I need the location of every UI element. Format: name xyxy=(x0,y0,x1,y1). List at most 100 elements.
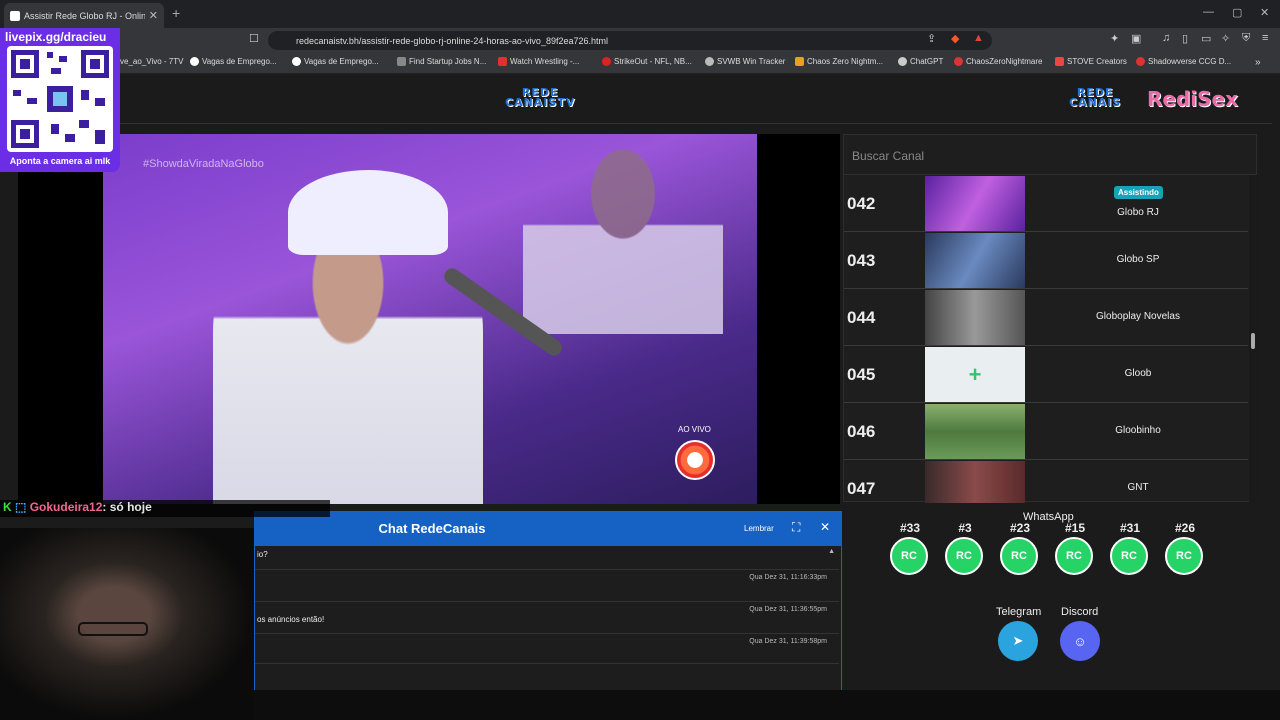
broadcast-hashtag: #ShowdaViradaNaGlobo xyxy=(143,158,264,170)
whatsapp-icon: RC xyxy=(945,537,983,575)
whatsapp-icon: RC xyxy=(890,537,928,575)
brave-rewards-icon[interactable]: ▲ xyxy=(973,32,984,44)
site-favicon-icon xyxy=(10,10,20,21)
singer-cap xyxy=(288,170,448,255)
site-logo-secondary[interactable]: REDE CANAIS xyxy=(1069,87,1121,108)
tab-strip: Assistir Rede Globo RJ - Onlin ✕ + — ▢ ✕ xyxy=(0,0,1280,28)
bookmark-item[interactable]: ChaosZeroNightmare xyxy=(954,57,1042,66)
channel-row[interactable]: 047 GNT xyxy=(844,460,1248,503)
close-chat-icon[interactable]: ✕ xyxy=(820,520,830,534)
streamer-webcam xyxy=(0,528,254,720)
bookmark-icon xyxy=(602,57,611,66)
bookmark-item[interactable]: Find Startup Jobs N... xyxy=(397,57,486,66)
channel-list: 042 Assistindo Globo RJ 043 Globo SP 044… xyxy=(844,175,1248,503)
whatsapp-group-link[interactable]: #26 RC xyxy=(1165,521,1205,575)
bottom-strip xyxy=(254,690,1280,720)
browser-tab[interactable]: Assistir Rede Globo RJ - Onlin ✕ xyxy=(4,3,164,28)
qr-code xyxy=(7,46,113,152)
ai-icon[interactable]: ✧ xyxy=(1221,32,1230,45)
address-toolbar: ☐ redecanaistv.bh/assistir-rede-globo-rj… xyxy=(0,28,1280,52)
stream-chat-overlay: K ⬚ Gokudeira12: só hoje xyxy=(0,500,330,517)
brave-shield-icon[interactable]: ◆ xyxy=(951,32,959,45)
channel-row[interactable]: 042 Assistindo Globo RJ xyxy=(844,175,1248,232)
channel-row[interactable]: 046 Gloobinho xyxy=(844,403,1248,460)
url-field[interactable]: redecanaistv.bh/assistir-rede-globo-rj-o… xyxy=(268,31,992,50)
live-label: AO VIVO xyxy=(678,425,711,434)
chat-message: Qua Dez 31, 11:16:33pm xyxy=(255,570,839,602)
minimize-icon[interactable]: — xyxy=(1203,6,1214,18)
music-icon[interactable]: ♫ xyxy=(1162,32,1170,44)
channel-scrollbar[interactable] xyxy=(1249,175,1257,503)
whatsapp-group-link[interactable]: #3 RC xyxy=(945,521,985,575)
wallet-icon[interactable]: ▭ xyxy=(1201,32,1211,45)
bookmark-icon xyxy=(292,57,301,66)
video-frame: #ShowdaViradaNaGlobo AO VIVO xyxy=(103,134,757,504)
whatsapp-group-link[interactable]: #31 RC xyxy=(1110,521,1150,575)
bookmark-icon xyxy=(705,57,714,66)
site-logo[interactable]: REDE CANAISTV xyxy=(505,87,575,108)
screenshot-icon[interactable]: ▣ xyxy=(1131,32,1141,45)
chat-message: Qua Dez 31, 11:39:58pm xyxy=(255,634,839,664)
qr-code-icon xyxy=(11,50,109,148)
chat-message: io? ▲ xyxy=(255,548,839,570)
telegram-icon[interactable]: ➤ xyxy=(998,621,1038,661)
telegram-label: Telegram xyxy=(996,606,1042,618)
background-performer xyxy=(523,134,723,334)
glasses xyxy=(78,622,148,636)
whatsapp-icon: RC xyxy=(1165,537,1203,575)
extensions-icon[interactable]: ✦ xyxy=(1110,32,1119,45)
whatsapp-icon: RC xyxy=(1000,537,1038,575)
channel-thumbnail: + xyxy=(925,347,1025,402)
channel-thumbnail xyxy=(925,404,1025,459)
whatsapp-group-link[interactable]: #23 RC xyxy=(1000,521,1040,575)
channel-list-panel: Buscar Canal 042 Assistindo Globo RJ 043… xyxy=(843,134,1257,503)
bookmark-item[interactable]: Vagas de Emprego... xyxy=(190,57,277,66)
maximize-icon[interactable]: ▢ xyxy=(1232,6,1242,19)
tab-title: Assistir Rede Globo RJ - Onlin xyxy=(24,10,145,21)
bookmark-icon xyxy=(1055,57,1064,66)
sidebar-icon[interactable]: ▯ xyxy=(1182,32,1188,45)
bookmark-item[interactable]: SVWB Win Tracker xyxy=(705,57,785,66)
channel-row[interactable]: 043 Globo SP xyxy=(844,232,1248,289)
channel-thumbnail xyxy=(925,461,1025,503)
bookmark-item[interactable]: Chaos Zero Nightm... xyxy=(795,57,883,66)
menu-icon[interactable]: ≡ xyxy=(1262,32,1268,44)
whatsapp-group-link[interactable]: #33 RC xyxy=(890,521,930,575)
channel-row[interactable]: 044 Globoplay Novelas xyxy=(844,289,1248,346)
more-bookmarks-icon[interactable]: » xyxy=(1255,57,1261,68)
site-header: REDE CANAISTV REDE CANAIS RediSex xyxy=(0,74,1272,124)
livepix-overlay: livepix.gg/dracieu Aponta a camera ai ml… xyxy=(0,28,120,172)
bookmark-item[interactable]: Vagas de Emprego... xyxy=(292,57,379,66)
bookmark-item[interactable]: StrikeOut - NFL, NB... xyxy=(602,57,692,66)
bookmark-item[interactable]: STOVE Creators xyxy=(1055,57,1127,66)
close-tab-icon[interactable]: ✕ xyxy=(149,9,158,22)
bookmark-icon xyxy=(1136,57,1145,66)
bookmark-icon[interactable]: ☐ xyxy=(249,32,259,45)
chat-scroll-up-icon[interactable]: ▲ xyxy=(828,548,835,555)
video-player[interactable]: #ShowdaViradaNaGlobo AO VIVO xyxy=(18,134,840,504)
livepix-caption: Aponta a camera ai mlk xyxy=(9,156,111,166)
vpn-icon[interactable]: ⛨ xyxy=(1242,32,1250,45)
close-window-icon[interactable]: ✕ xyxy=(1260,6,1269,19)
bookmark-icon xyxy=(898,57,907,66)
discord-icon[interactable]: ☺ xyxy=(1060,621,1100,661)
channel-row[interactable]: 045 + Gloob xyxy=(844,346,1248,403)
bookmark-icon xyxy=(190,57,199,66)
share-icon[interactable]: ⇪ xyxy=(927,32,936,45)
bookmark-item[interactable]: Shadowverse CCG D... xyxy=(1136,57,1231,66)
url-text: redecanaistv.bh/assistir-rede-globo-rj-o… xyxy=(296,35,608,46)
channel-search-input[interactable]: Buscar Canal xyxy=(844,135,1256,175)
bookmark-item[interactable]: Watch Wrestling -... xyxy=(498,57,579,66)
bookmark-item[interactable]: ChatGPT xyxy=(898,57,943,66)
remember-checkbox[interactable]: Lembrar xyxy=(744,524,774,533)
bookmark-icon xyxy=(397,57,406,66)
fullscreen-icon[interactable]: ⛶ xyxy=(792,520,800,535)
livepix-link: livepix.gg/dracieu xyxy=(5,30,107,44)
new-tab-icon[interactable]: + xyxy=(172,5,180,21)
bookmark-item[interactable]: ve_ao_Vivo - 7TV xyxy=(120,57,183,66)
chat-title: Chat RedeCanais xyxy=(378,521,486,536)
scrollbar-thumb[interactable] xyxy=(1251,333,1255,349)
chat-message: Qua Dez 31, 11:36:55pm os anúncios então… xyxy=(255,602,839,634)
partner-logo[interactable]: RediSex xyxy=(1147,87,1238,111)
whatsapp-group-link[interactable]: #15 RC xyxy=(1055,521,1095,575)
